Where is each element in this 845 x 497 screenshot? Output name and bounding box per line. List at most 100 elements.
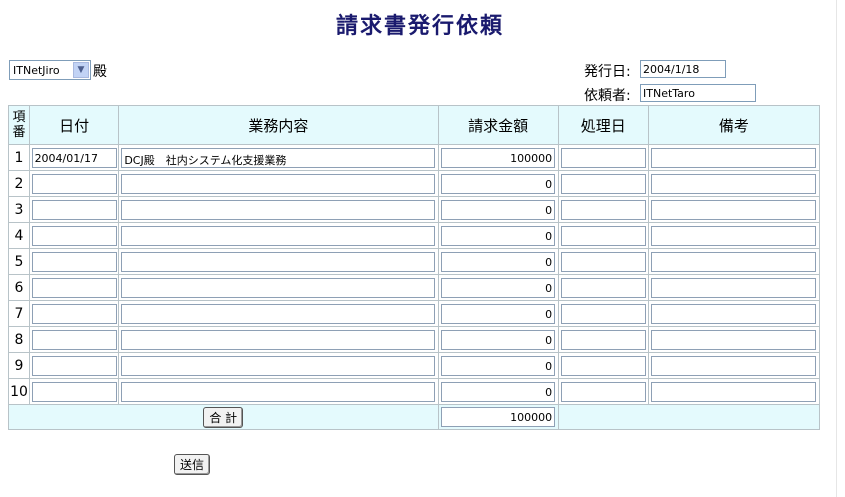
note-field[interactable]	[651, 147, 817, 168]
amount-field[interactable]: 100000	[441, 147, 556, 168]
note-field[interactable]	[651, 303, 817, 324]
table-row: 1 2004/01/17 DCJ殿 社内システム化支援業務 100000	[9, 145, 819, 170]
process-date-field[interactable]	[560, 225, 646, 246]
date-cell	[30, 249, 119, 274]
date-cell	[30, 171, 119, 196]
note-field[interactable]	[651, 225, 817, 246]
requester-field[interactable]: ITNetTaro	[640, 84, 756, 102]
content-cell	[119, 171, 438, 196]
process-date-field[interactable]	[560, 277, 646, 298]
date-field[interactable]	[31, 225, 117, 246]
row-number: 9	[9, 353, 30, 378]
process-date-field[interactable]	[560, 329, 646, 350]
amount-field[interactable]: 0	[441, 173, 556, 194]
process-date-cell	[558, 197, 648, 222]
date-field[interactable]	[31, 199, 117, 220]
content-cell	[119, 327, 438, 352]
note-cell	[648, 249, 819, 274]
content-field[interactable]	[121, 355, 436, 376]
process-date-field[interactable]	[560, 147, 646, 168]
total-amount-field[interactable]: 100000	[441, 407, 556, 427]
process-date-cell	[558, 145, 648, 170]
note-cell	[648, 223, 819, 248]
content-field[interactable]	[121, 329, 436, 350]
date-field[interactable]	[31, 277, 117, 298]
chevron-down-icon[interactable]: ▼	[73, 62, 89, 78]
recipient-select-value: ITNetJiro	[13, 64, 60, 77]
date-field[interactable]	[31, 251, 117, 272]
process-date-field[interactable]	[560, 173, 646, 194]
note-field[interactable]	[651, 199, 817, 220]
note-field[interactable]	[651, 355, 817, 376]
process-date-cell	[558, 223, 648, 248]
process-date-cell	[558, 275, 648, 300]
amount-field[interactable]: 0	[441, 355, 556, 376]
note-field[interactable]	[651, 329, 817, 350]
content-field[interactable]	[121, 199, 436, 220]
process-date-field[interactable]	[560, 355, 646, 376]
content-field[interactable]	[121, 381, 436, 402]
recipient-suffix: 殿	[93, 64, 107, 80]
recipient-select[interactable]: ITNetJiro ▼	[9, 60, 91, 80]
date-cell	[30, 223, 119, 248]
date-field[interactable]	[31, 329, 117, 350]
process-date-field[interactable]	[560, 303, 646, 324]
total-row: 合 計 100000	[9, 405, 819, 429]
process-date-cell	[558, 327, 648, 352]
table-row: 90	[9, 353, 819, 378]
invoice-table: 項番 日付 業務内容 請求金額 処理日 備考 1 2004/01/17 DCJ殿 社…	[8, 105, 820, 430]
content-cell	[119, 275, 438, 300]
requester-label: 依頼者:	[584, 88, 631, 104]
amount-field[interactable]: 0	[441, 199, 556, 220]
note-cell	[648, 275, 819, 300]
amount-field[interactable]: 0	[441, 381, 556, 402]
total-button[interactable]: 合 計	[203, 406, 244, 428]
amount-cell: 0	[438, 275, 558, 300]
content-field[interactable]	[121, 303, 436, 324]
date-cell	[30, 197, 119, 222]
row-number: 5	[9, 249, 30, 274]
submit-button[interactable]: 送信	[174, 454, 211, 475]
row-number: 7	[9, 301, 30, 326]
amount-cell: 0	[438, 301, 558, 326]
date-field[interactable]	[31, 381, 117, 402]
content-field[interactable]: DCJ殿 社内システム化支援業務	[121, 147, 436, 168]
issue-date-field[interactable]: 2004/1/18	[640, 60, 726, 78]
total-empty-cell	[558, 405, 819, 429]
note-cell	[648, 145, 819, 170]
date-cell	[30, 327, 119, 352]
page-title: 請求書発行依頼	[335, 14, 504, 39]
amount-cell: 0	[438, 379, 558, 404]
note-field[interactable]	[651, 277, 817, 298]
table-row: 20	[9, 171, 819, 196]
process-date-field[interactable]	[560, 381, 646, 402]
date-field[interactable]	[31, 355, 117, 376]
date-field[interactable]	[31, 173, 117, 194]
amount-field[interactable]: 0	[441, 225, 556, 246]
note-field[interactable]	[651, 173, 817, 194]
amount-field[interactable]: 0	[441, 277, 556, 298]
amount-field[interactable]: 0	[441, 251, 556, 272]
process-date-cell	[558, 249, 648, 274]
note-field[interactable]	[651, 251, 817, 272]
amount-field[interactable]: 0	[441, 329, 556, 350]
content-field[interactable]	[121, 277, 436, 298]
row-number: 6	[9, 275, 30, 300]
process-date-field[interactable]	[560, 251, 646, 272]
note-field[interactable]	[651, 381, 817, 402]
total-cell: 合 計	[9, 405, 438, 429]
content-cell	[119, 301, 438, 326]
table-row: 50	[9, 249, 819, 274]
process-date-field[interactable]	[560, 199, 646, 220]
table-header-row: 項番 日付 業務内容 請求金額 処理日 備考	[9, 106, 819, 144]
note-cell	[648, 171, 819, 196]
content-field[interactable]	[121, 225, 436, 246]
content-field[interactable]	[121, 251, 436, 272]
content-field[interactable]	[121, 173, 436, 194]
row-number: 2	[9, 171, 30, 196]
row-number: 3	[9, 197, 30, 222]
amount-field[interactable]: 0	[441, 303, 556, 324]
date-field[interactable]: 2004/01/17	[31, 147, 117, 168]
content-cell	[119, 379, 438, 404]
date-field[interactable]	[31, 303, 117, 324]
